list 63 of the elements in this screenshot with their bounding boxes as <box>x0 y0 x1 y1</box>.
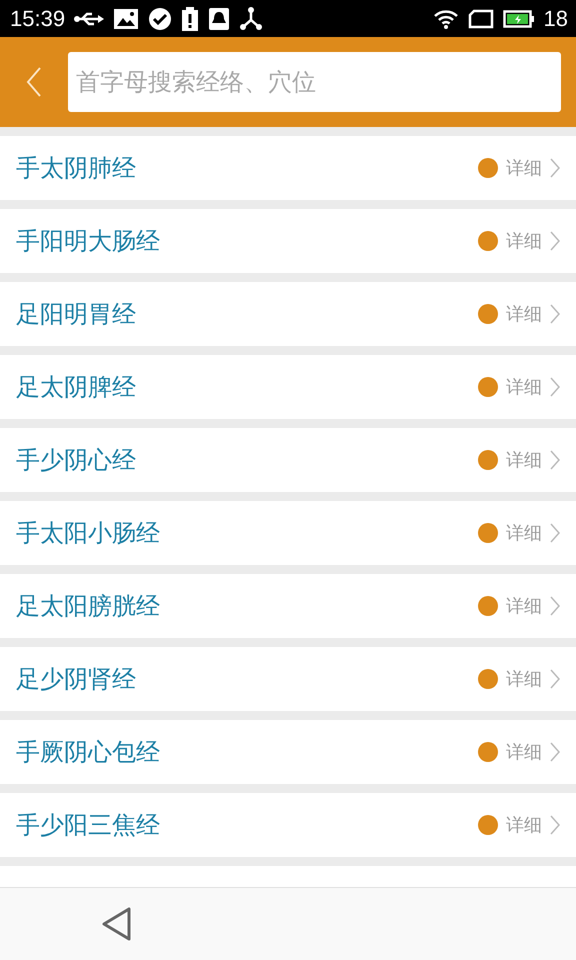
sim-card-icon <box>468 8 494 28</box>
check-icon <box>148 6 172 30</box>
detail-label: 详细 <box>506 668 542 691</box>
detail-label: 详细 <box>506 230 542 253</box>
meridian-row[interactable]: 足阳明胃经 详细 <box>0 282 576 346</box>
chevron-icon <box>550 231 560 251</box>
detail-label: 详细 <box>506 522 542 545</box>
back-button[interactable] <box>102 907 132 941</box>
meridian-row[interactable]: 手太阴肺经 详细 <box>0 136 576 200</box>
chevron-icon <box>550 742 560 762</box>
battery-alert-icon <box>181 6 200 30</box>
chevron-icon <box>550 596 560 616</box>
meridian-row[interactable]: 手阳明大肠经 详细 <box>0 209 576 273</box>
status-dot <box>478 742 498 762</box>
meridian-name: 足太阳膀胱经 <box>16 591 161 622</box>
status-dot <box>478 815 498 835</box>
detail-label: 详细 <box>506 595 542 618</box>
status-dot <box>478 596 498 616</box>
detail-label: 详细 <box>506 376 542 399</box>
status-dot <box>478 304 498 324</box>
status-dot <box>478 231 498 251</box>
meridian-name: 手厥阴心包经 <box>16 737 161 768</box>
meridian-name: 足少阴肾经 <box>16 664 137 695</box>
chevron-icon <box>550 450 560 470</box>
image-icon <box>113 8 140 30</box>
chevron-icon <box>550 669 560 689</box>
chevron-icon <box>550 815 560 835</box>
wifi-icon <box>432 8 459 28</box>
status-dot <box>478 450 498 470</box>
detail-label: 详细 <box>506 157 542 180</box>
battery-charging-icon <box>502 8 535 28</box>
clock: 15:39 <box>10 6 66 32</box>
status-dot <box>478 669 498 689</box>
meridian-name: 手少阴心经 <box>16 445 137 476</box>
meridian-name: 手太阳小肠经 <box>16 518 161 549</box>
detail-label: 详细 <box>506 449 542 472</box>
share-network-icon <box>239 6 264 30</box>
meridian-name: 足阳明胃经 <box>16 299 137 330</box>
status-dot <box>478 158 498 178</box>
detail-label: 详细 <box>506 741 542 764</box>
chevron-icon <box>550 304 560 324</box>
meridian-name: 手阳明大肠经 <box>16 226 161 257</box>
search-field[interactable]: 首字母搜索经络、穴位 <box>68 52 561 112</box>
chevron-icon <box>550 158 560 178</box>
status-dot <box>478 377 498 397</box>
chevron-icon <box>550 377 560 397</box>
meridian-row[interactable]: 手少阴心经 详细 <box>0 428 576 492</box>
meridian-row[interactable]: 足太阴脾经 详细 <box>0 355 576 419</box>
meridian-name: 手太阴肺经 <box>16 153 137 184</box>
back-triangle-icon <box>102 907 132 941</box>
meridian-row[interactable]: 足太阳膀胱经 详细 <box>0 574 576 638</box>
detail-label: 详细 <box>506 303 542 326</box>
detail-label: 详细 <box>506 814 542 837</box>
meridian-row[interactable]: 手厥阴心包经 详细 <box>0 720 576 784</box>
meridian-row[interactable]: 足少阴肾经 详细 <box>0 647 576 711</box>
meridian-name: 手少阳三焦经 <box>16 810 161 841</box>
status-dot <box>478 523 498 543</box>
meridian-name: 足太阴脾经 <box>16 372 137 403</box>
meridian-row[interactable]: 手太阳小肠经 详细 <box>0 501 576 565</box>
back-icon <box>26 67 42 97</box>
chevron-icon <box>550 523 560 543</box>
battery-level: 18 <box>544 6 568 32</box>
meridian-row[interactable]: 手少阳三焦经 详细 <box>0 793 576 857</box>
